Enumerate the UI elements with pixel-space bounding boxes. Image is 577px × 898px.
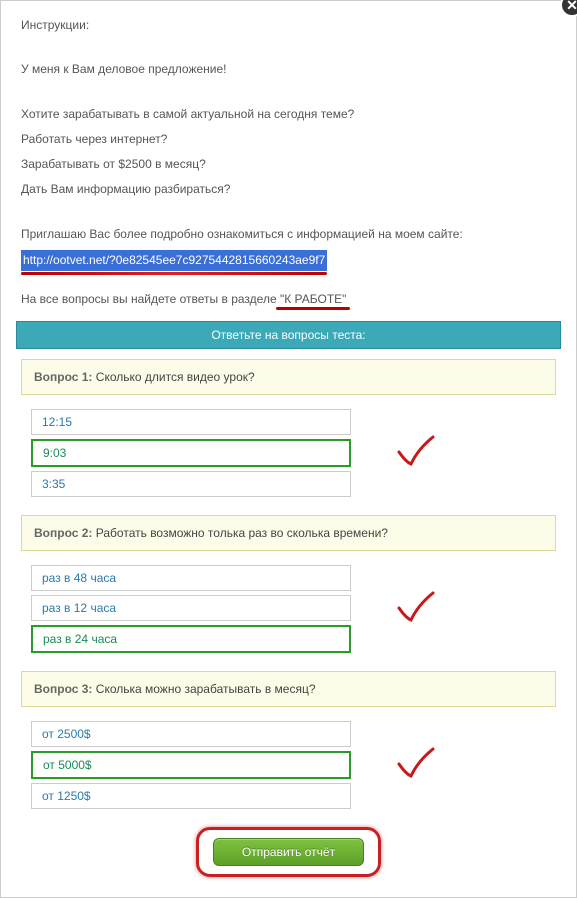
answer-option[interactable]: раз в 12 часа: [31, 595, 351, 621]
question-box-1: Вопрос 1: Сколько длится видео урок?: [21, 359, 556, 395]
question-box-3: Вопрос 3: Сколька можно зарабатывать в м…: [21, 671, 556, 707]
close-icon: ✕: [566, 0, 577, 14]
answers-group-2: раз в 48 часа раз в 12 часа раз в 24 часа: [21, 565, 556, 653]
instructions-block: Инструкции: У меня к Вам деловое предлож…: [21, 16, 556, 309]
instructions-footer: На все вопросы вы найдете ответы в разде…: [21, 290, 556, 309]
answer-option[interactable]: 9:03: [31, 439, 351, 467]
answers-group-3: от 2500$ от 5000$ от 1250$: [21, 721, 556, 809]
close-button[interactable]: ✕: [560, 0, 577, 17]
instructions-link[interactable]: http://ootvet.net/?0e82545ee7c9275442815…: [21, 250, 327, 271]
test-header: Ответьте на вопросы теста:: [16, 321, 561, 349]
question-box-2: Вопрос 2: Работать возможно толька раз в…: [21, 515, 556, 551]
question-label: Вопрос 1:: [34, 370, 92, 384]
instructions-title: Инструкции:: [21, 16, 556, 35]
instructions-invite: Приглашаю Вас более подробно ознакомитьс…: [21, 225, 556, 244]
section-name: "К РАБОТЕ": [280, 292, 346, 306]
question-label: Вопрос 3:: [34, 682, 92, 696]
answer-option[interactable]: раз в 48 часа: [31, 565, 351, 591]
submit-highlight: Отправить отчёт: [196, 827, 381, 877]
answers-group-1: 12:15 9:03 3:35: [21, 409, 556, 497]
instructions-line2: Хотите зарабатывать в самой актуальной н…: [21, 105, 556, 124]
instructions-line1: У меня к Вам деловое предложение!: [21, 60, 556, 79]
answer-option[interactable]: раз в 24 часа: [31, 625, 351, 653]
instructions-line3: Работать через интернет?: [21, 130, 556, 149]
checkmark-icon: [396, 746, 436, 784]
answer-option[interactable]: 3:35: [31, 471, 351, 497]
answer-option[interactable]: от 2500$: [31, 721, 351, 747]
answer-option[interactable]: от 5000$: [31, 751, 351, 779]
answer-option[interactable]: 12:15: [31, 409, 351, 435]
question-label: Вопрос 2:: [34, 526, 92, 540]
checkmark-icon: [396, 590, 436, 628]
answer-option[interactable]: от 1250$: [31, 783, 351, 809]
instructions-line4: Зарабатывать от $2500 в месяц?: [21, 155, 556, 174]
question-text: Сколько длится видео урок?: [92, 370, 254, 384]
submit-button[interactable]: Отправить отчёт: [213, 838, 364, 866]
checkmark-icon: [396, 434, 436, 472]
question-text: Сколька можно зарабатывать в месяц?: [92, 682, 315, 696]
question-text: Работать возможно толька раз во сколька …: [92, 526, 388, 540]
instructions-line5: Дать Вам информацию разбираться?: [21, 180, 556, 199]
